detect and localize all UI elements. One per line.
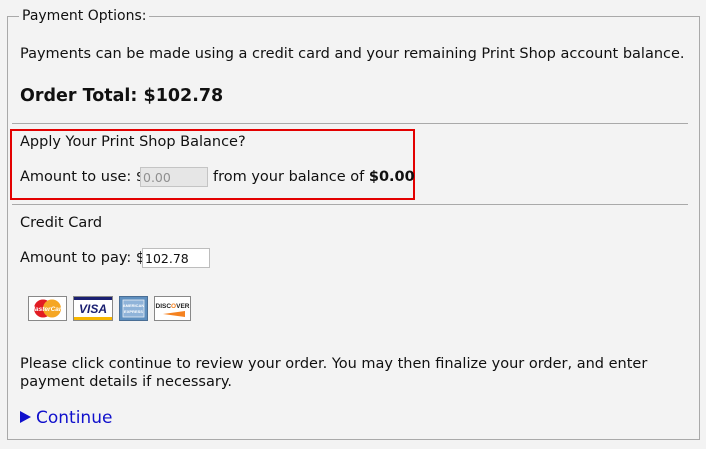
payment-options-legend: Payment Options: xyxy=(19,7,150,25)
visa-logo: VISA xyxy=(73,296,113,321)
amount-to-pay-input[interactable] xyxy=(142,248,210,268)
svg-text:MasterCard: MasterCard xyxy=(30,306,66,313)
svg-text:AMERICAN: AMERICAN xyxy=(123,303,145,308)
section-divider xyxy=(12,204,688,205)
balance-heading: Apply Your Print Shop Balance? xyxy=(20,134,246,150)
amount-to-pay-label: Amount to pay: $ xyxy=(20,250,146,266)
order-total: Order Total: $102.78 xyxy=(20,86,224,106)
continue-instructions: Please click continue to review your ord… xyxy=(20,356,648,390)
credit-card-heading: Credit Card xyxy=(20,215,103,231)
continue-label: Continue xyxy=(36,408,113,428)
amount-to-use-input[interactable] xyxy=(140,167,208,187)
amex-logo: AMERICAN EXPRESS xyxy=(119,296,148,321)
section-divider xyxy=(12,123,688,124)
discover-logo: DISCOVER xyxy=(154,296,191,321)
play-triangle-icon xyxy=(20,411,31,423)
payment-intro-text: Payments can be made using a credit card… xyxy=(20,46,685,62)
svg-text:DISCOVER: DISCOVER xyxy=(156,303,190,310)
svg-text:VISA: VISA xyxy=(79,302,107,316)
continue-link[interactable]: Continue xyxy=(20,407,112,429)
balance-suffix-label: from your balance of xyxy=(213,169,365,185)
amount-to-use-label: Amount to use: $ xyxy=(20,169,146,185)
balance-value: $0.00 xyxy=(368,169,415,185)
balance-suffix-text: from your balance of $0.00 xyxy=(213,168,415,186)
mastercard-logo: MasterCard xyxy=(28,296,67,321)
svg-text:EXPRESS: EXPRESS xyxy=(124,309,143,314)
